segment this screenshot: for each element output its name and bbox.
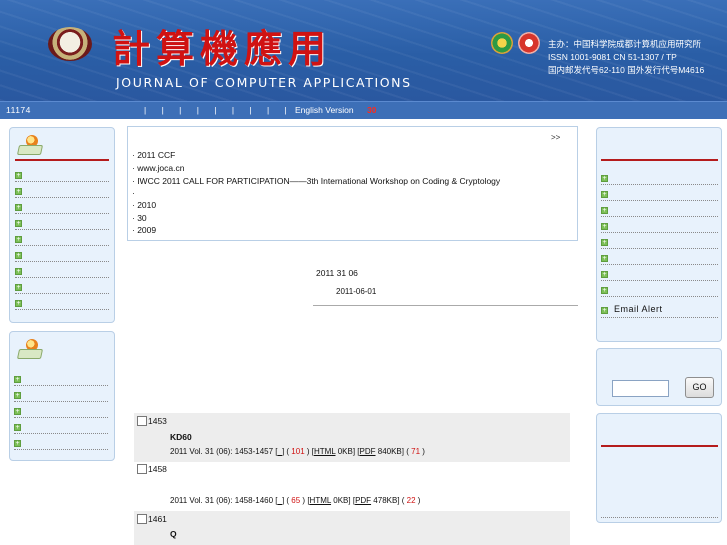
news-item[interactable]: · www.joca.cn (132, 163, 184, 173)
left-menu-item[interactable]: + (15, 186, 109, 198)
right-menu-item[interactable]: + (601, 173, 718, 185)
left-sidebox-2: + + + + + (9, 331, 115, 461)
right-menu-item[interactable]: + (601, 285, 718, 297)
article-citation: 2011 Vol. 31 (06): 1458-1460 [ (170, 496, 278, 505)
article-title[interactable]: KD60 (170, 432, 192, 442)
right-menu-item[interactable]: + (601, 205, 718, 217)
article-page-number: 1461 (148, 514, 167, 524)
left-menu-item[interactable]: + (15, 298, 109, 310)
section-divider (601, 445, 718, 447)
abstract-view-count: 101 (291, 447, 305, 456)
issue-title: 2011 31 06 (316, 268, 358, 278)
pdf-size: 840KB (377, 447, 402, 456)
abstract-view-count: 65 (291, 496, 301, 505)
pdf-size: 478KB (373, 496, 398, 505)
english-version-link[interactable]: English Version (295, 105, 354, 115)
section-divider (601, 159, 718, 161)
left-menu-item[interactable]: + (15, 250, 109, 262)
right-menu-item[interactable]: + (601, 189, 718, 201)
pdf-download-count: 22 (406, 496, 416, 505)
right-sidebox-1: + + + + + + + + + Email Alert (596, 127, 722, 342)
book-globe-icon (16, 135, 44, 157)
section-divider (15, 159, 109, 161)
ccf-logo (48, 27, 92, 61)
news-item[interactable]: · 2011 CCF (132, 150, 175, 160)
email-alert-link[interactable]: + Email Alert (601, 303, 718, 318)
journal-chinese-title: 計算機應用 (112, 26, 333, 71)
right-menu-item[interactable]: + (601, 269, 718, 281)
article-body: 1458 2011 Vol. 31 (06): 1458-1460 [_] ( … (134, 462, 570, 510)
pdf-link[interactable]: PDF (355, 496, 371, 505)
right-menu-item[interactable]: + (601, 221, 718, 233)
award-seal-icon (518, 32, 540, 54)
article-page-number: 1453 (148, 416, 167, 426)
article-meta: 2011 Vol. 31 (06): 1458-1460 [_] ( 65 ) … (170, 496, 421, 505)
article-body: 1453 KD60 2011 Vol. 31 (06): 1453-1457 [… (134, 413, 570, 464)
left-sidebox-1: + + + + + + + + + (9, 127, 115, 323)
news-item[interactable]: · (132, 188, 135, 198)
right-menu-item[interactable]: + (601, 237, 718, 249)
left-menu-item[interactable]: + (15, 218, 109, 230)
html-size: 0KB (333, 496, 349, 505)
article-checkbox[interactable] (137, 416, 147, 426)
news-item[interactable]: · 2009 (132, 225, 156, 235)
go-button[interactable]: GO (685, 377, 714, 398)
nav-visitor-text: 11174 (6, 105, 31, 115)
issue-divider (313, 305, 578, 306)
nav-menu-separators[interactable]: | | | | | | | | | (144, 105, 287, 115)
html-size: 0KB (337, 447, 353, 456)
left-menu-item[interactable]: + (14, 390, 108, 402)
issue-date: 2011-06-01 (336, 287, 377, 296)
pdf-link[interactable]: PDF (360, 447, 376, 456)
article-checkbox[interactable] (137, 514, 147, 524)
abstract-link[interactable]: _ (278, 447, 282, 456)
nav-count: 30 (367, 105, 377, 115)
news-more-link[interactable]: >> (551, 133, 560, 142)
article-body: 1461 Q (134, 511, 570, 545)
html-link[interactable]: HTML (310, 496, 331, 505)
search-input[interactable] (612, 380, 669, 397)
left-menu-item[interactable]: + (15, 234, 109, 246)
journal-english-title: JOURNAL OF COMPUTER APPLICATIONS (116, 75, 412, 90)
right-sidebox-3 (596, 413, 722, 523)
article-title[interactable]: Q (170, 529, 177, 539)
article-meta: 2011 Vol. 31 (06): 1453-1457 [_] ( 101 )… (170, 447, 425, 456)
article-citation: 2011 Vol. 31 (06): 1453-1457 [ (170, 447, 278, 456)
right-menu-item[interactable]: + (601, 253, 718, 265)
news-item[interactable]: · 2010 (132, 200, 156, 210)
left-menu-item[interactable]: + (15, 170, 109, 182)
left-menu-item[interactable]: + (15, 266, 109, 278)
news-item[interactable]: · IWCC 2011 CALL FOR PARTICIPATION——3th … (132, 176, 500, 186)
article-page-number: 1458 (148, 464, 167, 474)
header-banner: 計算機應用 JOURNAL OF COMPUTER APPLICATIONS 主… (0, 0, 727, 101)
postal-codes-text: 国内邮发代号62-110 国外发行代号M4616 (548, 65, 705, 75)
html-link[interactable]: HTML (314, 447, 335, 456)
publication-info: 主办：中国科学院成都计算机应用研究所 ISSN 1001-9081 CN 51-… (548, 39, 705, 77)
left-menu-item[interactable]: + (14, 422, 108, 434)
left-menu-item[interactable]: + (15, 282, 109, 294)
nav-bar: 11174 | | | | | | | | | English Version … (0, 101, 727, 119)
award-badge-icon (491, 32, 513, 54)
publisher-text: 主办：中国科学院成都计算机应用研究所 (548, 39, 702, 49)
pdf-download-count: 71 (411, 447, 421, 456)
left-menu-item[interactable]: + (14, 374, 108, 386)
right-menu-item[interactable] (601, 506, 718, 518)
news-box: >> · 2011 CCF · www.joca.cn · IWCC 2011 … (127, 126, 578, 241)
left-menu-item[interactable]: + (14, 438, 108, 450)
book-globe-icon (16, 339, 44, 361)
abstract-link[interactable]: _ (278, 496, 282, 505)
issn-text: ISSN 1001-9081 CN 51-1307 / TP (548, 52, 677, 62)
article-checkbox[interactable] (137, 464, 147, 474)
email-alert-label: Email Alert (614, 304, 663, 314)
left-menu-item[interactable]: + (14, 406, 108, 418)
left-menu-item[interactable]: + (15, 202, 109, 214)
news-item[interactable]: · 30 (132, 213, 147, 223)
